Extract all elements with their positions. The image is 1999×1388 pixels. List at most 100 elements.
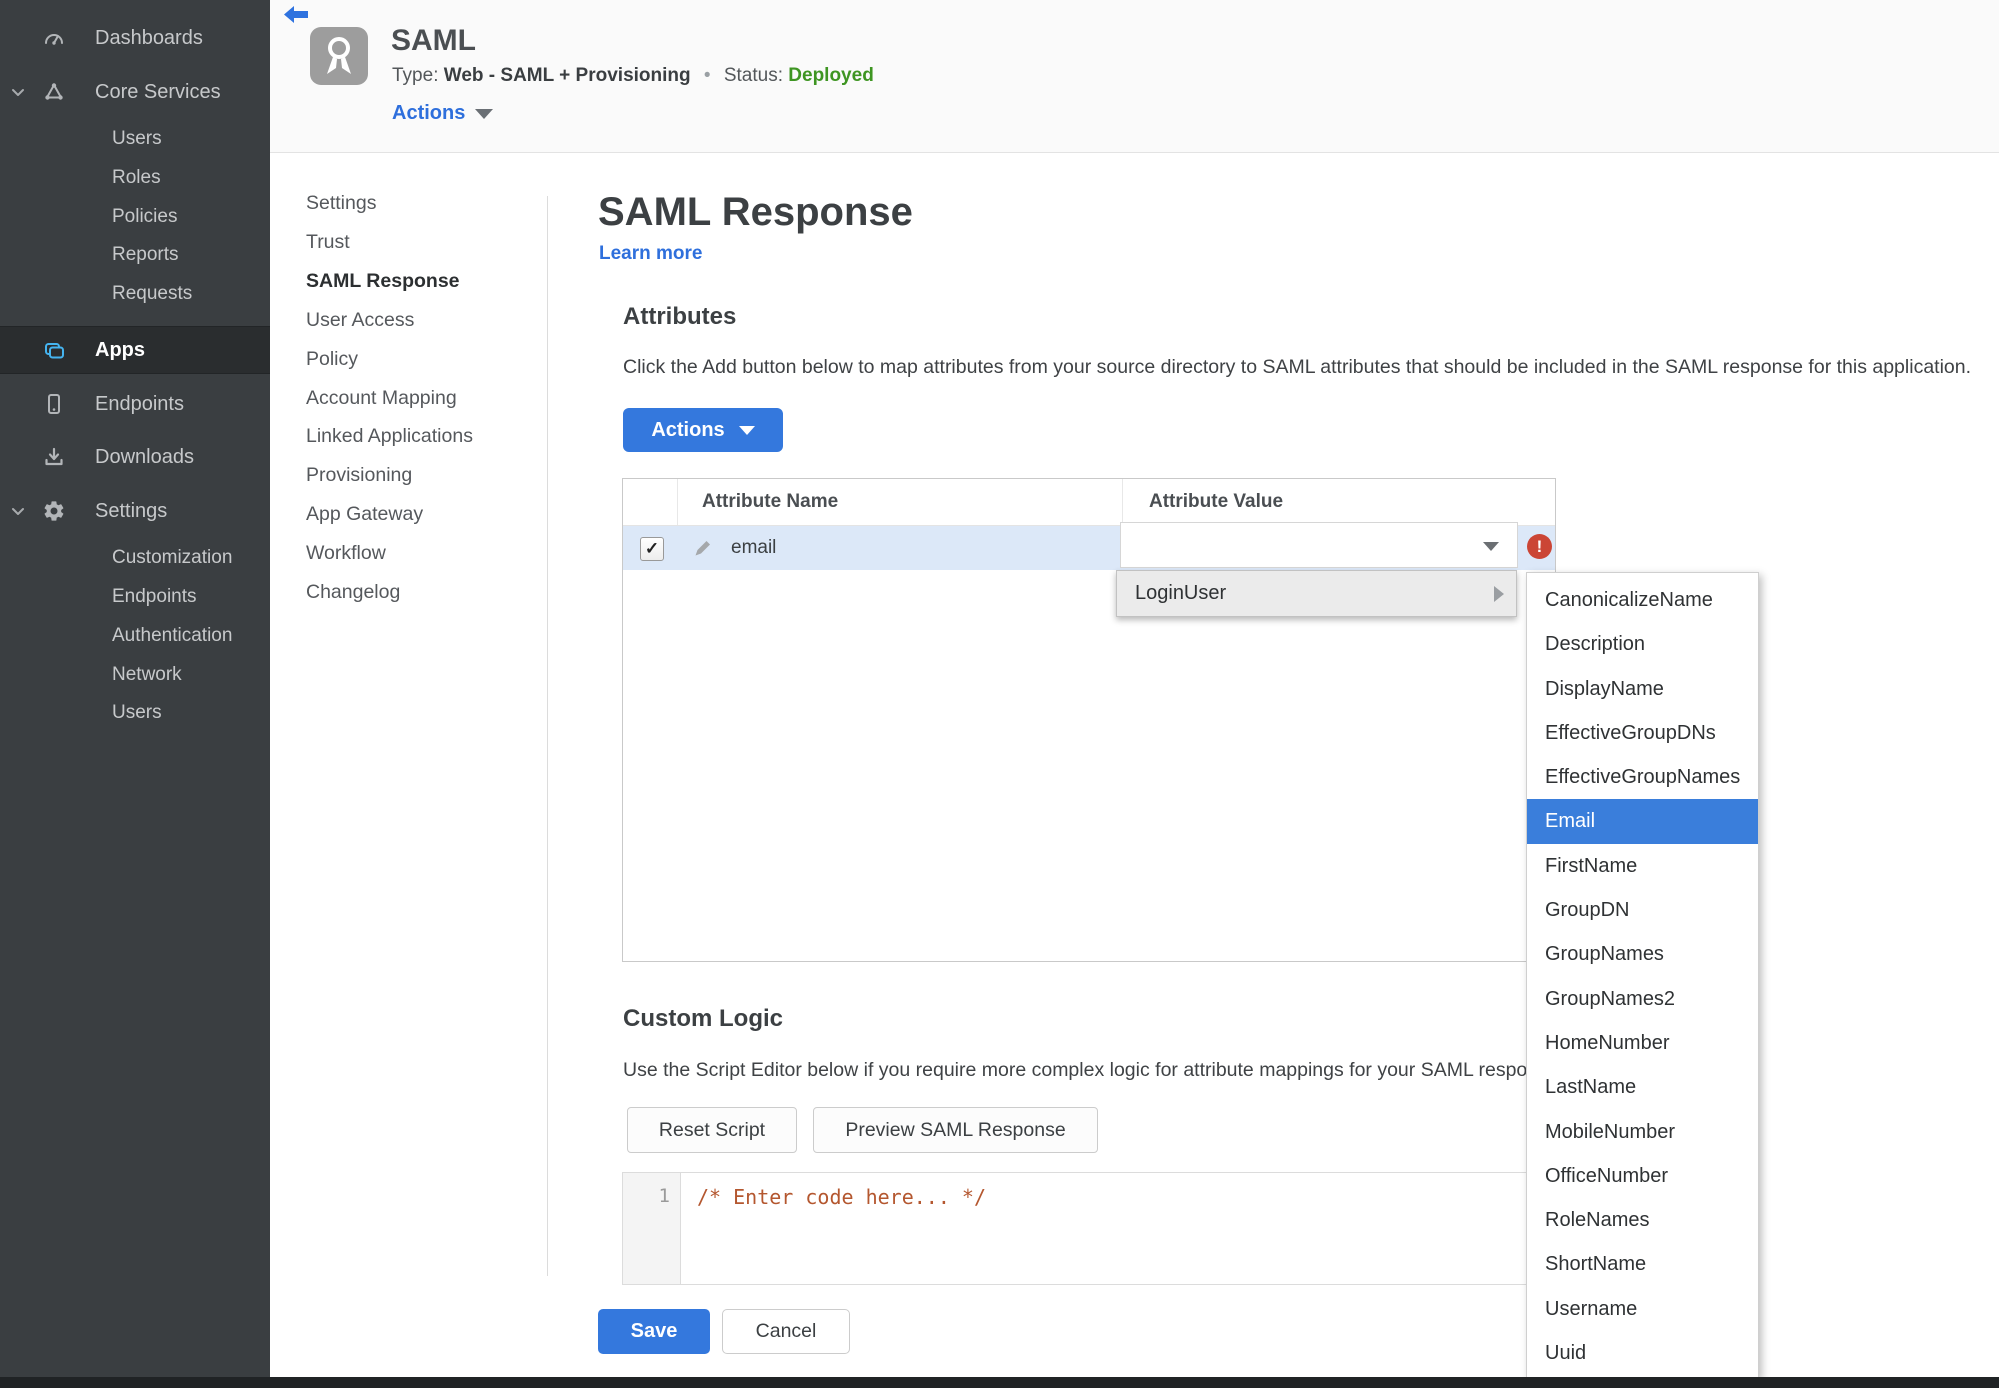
cancel-button[interactable]: Cancel [722,1309,850,1354]
subnav-item-linked-applications[interactable]: Linked Applications [306,425,473,451]
attributes-actions-button[interactable]: Actions [623,408,783,452]
header-actions-dropdown[interactable]: Actions [392,102,494,125]
subnav-item-trust[interactable]: Trust [306,231,350,257]
menu-item-username[interactable]: Username [1527,1287,1758,1331]
sidebar-item-label: Roles [112,167,161,188]
sidebar-item-network[interactable]: Network [0,662,270,688]
header-actions-label: Actions [392,102,466,124]
status-badge: Deployed [788,65,874,86]
menu-item-groupdn[interactable]: GroupDN [1527,888,1758,932]
sidebar-item-dashboards[interactable]: Dashboards [0,25,270,51]
subnav-item-app-gateway[interactable]: App Gateway [306,503,423,529]
sidebar-item-reports[interactable]: Reports [0,242,270,268]
sidebar-item-authentication[interactable]: Authentication [0,623,270,649]
menu-item-firstname[interactable]: FirstName [1527,844,1758,888]
sidebar-item-policies[interactable]: Policies [0,204,270,230]
core-services-icon [42,80,66,104]
app-title: SAML [391,24,476,57]
sidebar-item-users[interactable]: Users [0,126,270,152]
table-header-row: Attribute Name Attribute Value [623,479,1555,526]
sidebar-item-label: Core Services [95,80,221,103]
back-arrow-icon[interactable] [283,5,309,25]
checkbox-column-header [623,479,678,525]
menu-item-groupnames[interactable]: GroupNames [1527,932,1758,976]
reset-script-button[interactable]: Reset Script [627,1107,797,1153]
learn-more-link[interactable]: Learn more [599,243,702,265]
app-window: Dashboards Core Services Users Roles Pol… [0,0,1999,1388]
app-meta-line: Type: Web - SAML + Provisioning • Status… [392,65,874,87]
actions-button-label: Actions [651,418,725,441]
menu-item-effectivegroupdns[interactable]: EffectiveGroupDNs [1527,711,1758,755]
sidebar-item-apps[interactable]: Apps [0,326,270,374]
menu-item-shortname[interactable]: ShortName [1527,1242,1758,1286]
sidebar-item-requests[interactable]: Requests [0,281,270,307]
sidebar-item-label: Endpoints [112,586,197,607]
menu-item-lastname[interactable]: LastName [1527,1065,1758,1109]
sidebar-item-roles[interactable]: Roles [0,165,270,191]
subnav-item-settings[interactable]: Settings [306,192,376,218]
sidebar-item-core-services[interactable]: Core Services [0,79,270,105]
chevron-down-icon [10,503,26,519]
sidebar-item-settings-endpoints[interactable]: Endpoints [0,584,270,610]
menu-item-homenumber[interactable]: HomeNumber [1527,1021,1758,1065]
preview-saml-response-button[interactable]: Preview SAML Response [813,1107,1098,1153]
chevron-down-icon [10,84,26,100]
custom-logic-heading: Custom Logic [623,1005,783,1032]
submenu-arrow-icon [1494,586,1504,602]
sidebar-item-downloads[interactable]: Downloads [0,444,270,470]
sidebar-item-label: Downloads [95,445,194,468]
sidebar-item-endpoints[interactable]: Endpoints [0,391,270,417]
menu-item-uuid[interactable]: Uuid [1527,1331,1758,1375]
subnav-item-workflow[interactable]: Workflow [306,542,386,568]
sidebar-item-label: Users [112,128,162,149]
separator-dot: • [703,65,711,86]
value-submenu: CanonicalizeName Description DisplayName… [1526,572,1759,1378]
mobile-device-icon [42,392,66,416]
caret-down-icon [475,108,494,119]
script-editor[interactable]: 1 /* Enter code here... */ [622,1172,1556,1285]
sidebar-item-label: Policies [112,206,178,227]
gear-icon [42,499,66,523]
sidebar-item-settings[interactable]: Settings [0,498,270,524]
subnav-item-policy[interactable]: Policy [306,348,358,374]
menu-item-canonicalizename[interactable]: CanonicalizeName [1527,578,1758,622]
sidebar-item-label: Reports [112,244,179,265]
attributes-description: Click the Add button below to map attrib… [623,356,1972,378]
attributes-heading: Attributes [623,303,737,330]
menu-item-officenumber[interactable]: OfficeNumber [1527,1154,1758,1198]
value-menu-loginuser[interactable]: LoginUser [1116,570,1517,617]
row-checkbox[interactable]: ✓ [640,537,664,561]
menu-item-groupnames2[interactable]: GroupNames2 [1527,977,1758,1021]
value-menu-parent-label: LoginUser [1135,582,1227,604]
sidebar-item-label: Settings [95,499,168,522]
saml-app-icon [310,27,368,85]
menu-item-email[interactable]: Email [1527,799,1758,844]
sidebar-item-label: Users [112,702,162,723]
custom-logic-description: Use the Script Editor below if you requi… [623,1059,1565,1081]
sidebar-item-label: Endpoints [95,392,184,415]
menu-item-description[interactable]: Description [1527,622,1758,666]
sidebar-item-label: Requests [112,283,193,304]
menu-item-rolenames[interactable]: RoleNames [1527,1198,1758,1242]
subnav-divider [547,196,548,1276]
attribute-value-combobox[interactable] [1120,522,1518,568]
subnav-item-saml-response[interactable]: SAML Response [306,270,460,296]
type-value: Web - SAML + Provisioning [443,65,691,86]
caret-down-icon [1483,542,1499,551]
sidebar-item-label: Dashboards [95,26,203,49]
sidebar-item-settings-users[interactable]: Users [0,700,270,726]
menu-item-mobilenumber[interactable]: MobileNumber [1527,1110,1758,1154]
save-button[interactable]: Save [598,1309,710,1354]
menu-item-displayname[interactable]: DisplayName [1527,667,1758,711]
editor-code-text: /* Enter code here... */ [697,1185,986,1209]
app-header: SAML Type: Web - SAML + Provisioning • S… [270,0,1999,153]
subnav-item-account-mapping[interactable]: Account Mapping [306,387,457,413]
dashboard-gauge-icon [42,26,66,50]
subnav-item-user-access[interactable]: User Access [306,309,414,335]
line-number: 1 [658,1185,670,1207]
apps-icon [42,338,66,362]
menu-item-effectivegroupnames[interactable]: EffectiveGroupNames [1527,755,1758,799]
sidebar-item-customization[interactable]: Customization [0,545,270,571]
subnav-item-provisioning[interactable]: Provisioning [306,464,412,490]
subnav-item-changelog[interactable]: Changelog [306,581,400,607]
